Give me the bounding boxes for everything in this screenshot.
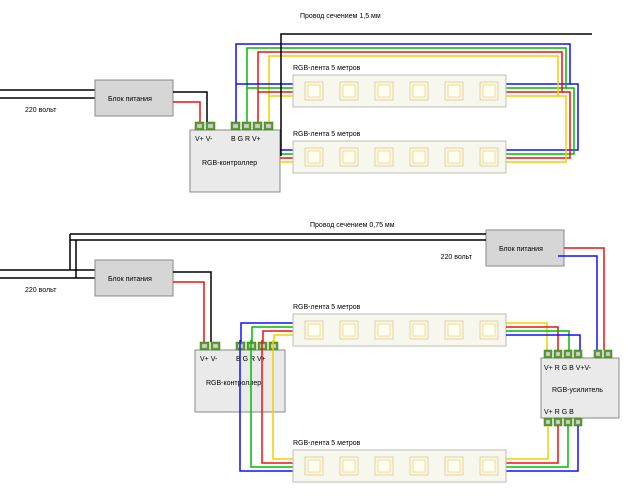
amplifier-block: RGB-усилитель V+ R G B V+V- V+ R G B <box>541 350 619 426</box>
amplifier-title: RGB-усилитель <box>552 387 603 394</box>
strip-b-label: RGB-лента 5 метров <box>293 131 361 138</box>
mains-voltage-label: 220 вольт <box>25 107 57 114</box>
psu-right-label: Блок питания <box>499 246 543 253</box>
psu-vminus-wire <box>173 92 207 122</box>
diagram-bottom: Провод сечением 0,75 мм 220 вольт Блок п… <box>0 222 619 482</box>
psu-vplus-wire <box>173 102 200 122</box>
wire-gauge-label: Провод сечением 1,5 мм <box>300 13 381 20</box>
led-strip-c: RGB-лента 5 метров <box>293 304 506 346</box>
mains-voltage-label-3: 220 вольт <box>441 254 473 261</box>
svg-text:V+ R G B V+V-: V+ R G B V+V- <box>544 365 592 372</box>
strip-a-label: RGB-лента 5 метров <box>293 65 361 72</box>
mains-voltage-label-2: 220 вольт <box>25 287 57 294</box>
led-strip-a: RGB-лента 5 метров <box>293 65 506 107</box>
controller-rgb-pins: B G R V+ <box>231 136 261 143</box>
led-strip-d: RGB-лента 5 метров <box>293 440 506 482</box>
controller2-title: RGB-контроллер <box>206 380 261 387</box>
wire-gauge-label-2: Провод сечением 0,75 мм <box>310 222 395 229</box>
svg-text:V+ V-: V+ V- <box>200 356 218 363</box>
led-strip-b: RGB-лента 5 метров <box>293 131 506 173</box>
psu-left-label: Блок питания <box>108 276 152 283</box>
controller-title: RGB-контроллер <box>202 160 257 167</box>
psu-label: Блок питания <box>108 96 152 103</box>
diagram-top: Провод сечением 1,5 мм 220 вольт Блок пи… <box>0 13 592 192</box>
controller-terminals <box>195 122 273 130</box>
svg-text:V+ R G B: V+ R G B <box>544 409 574 416</box>
strip-c-label: RGB-лента 5 метров <box>293 304 361 311</box>
controller-power-pins: V+ V- <box>195 136 213 143</box>
controller-block: RGB-контроллер V+ V- B G R V+ <box>190 122 280 192</box>
strip-d-label: RGB-лента 5 метров <box>293 440 361 447</box>
